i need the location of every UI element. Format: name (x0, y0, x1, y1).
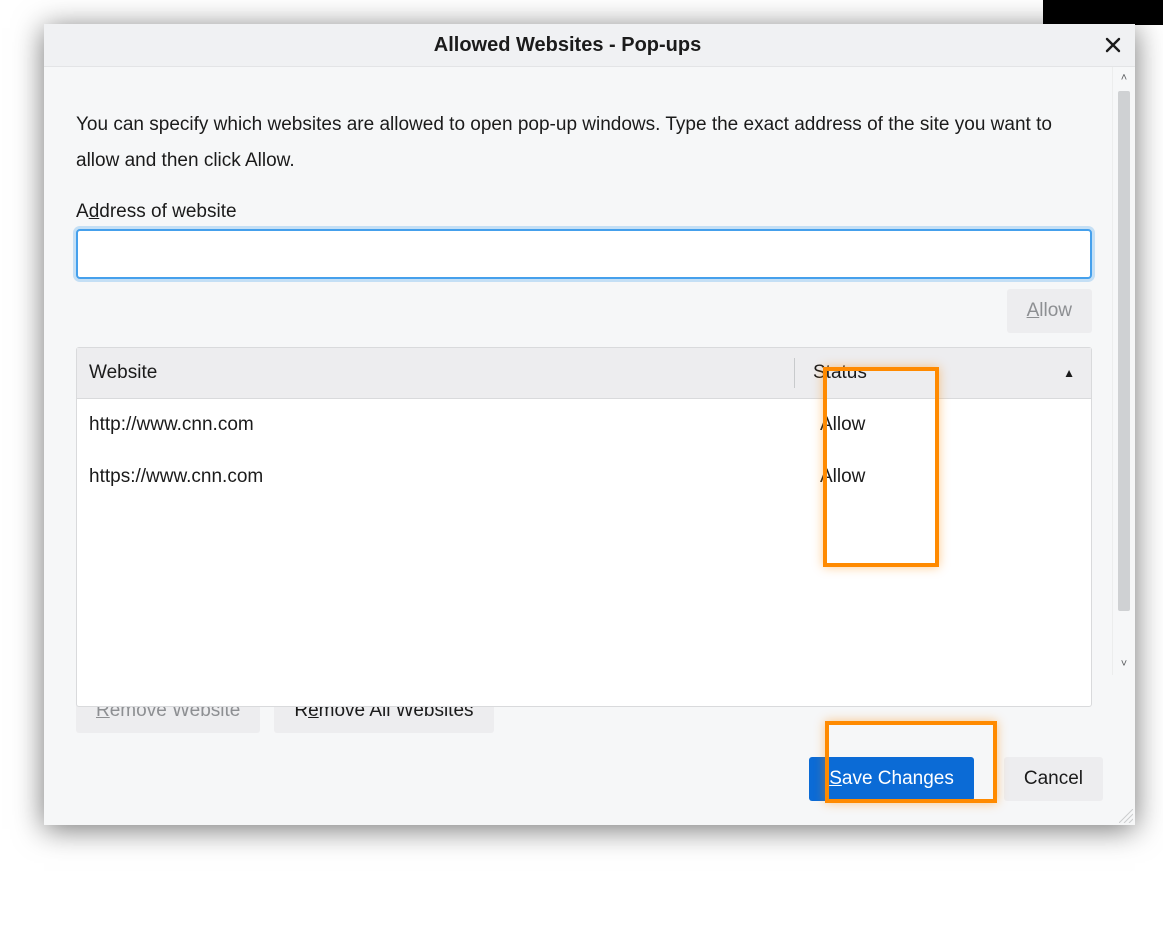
cell-status: Allow (794, 414, 1091, 436)
allow-button[interactable]: Allow (1007, 289, 1092, 333)
cell-website: https://www.cnn.com (77, 466, 794, 488)
dialog-description: You can specify which websites are allow… (76, 107, 1092, 179)
background-tab (1043, 0, 1163, 25)
table-row[interactable]: https://www.cnn.com Allow (77, 451, 1091, 503)
sort-asc-icon: ▲ (1063, 366, 1075, 380)
dialog-title: Allowed Websites - Pop-ups (44, 34, 1091, 57)
exceptions-table: Website Status ▲ http://www.cnn.com Allo… (76, 347, 1092, 707)
cancel-button[interactable]: Cancel (1004, 757, 1103, 801)
save-changes-button[interactable]: Save Changes (809, 757, 974, 801)
close-icon (1105, 37, 1121, 53)
scroll-thumb[interactable] (1118, 91, 1130, 611)
scroll-down-icon[interactable]: ˅ (1113, 653, 1135, 675)
popup-exceptions-dialog: Allowed Websites - Pop-ups You can speci… (44, 24, 1135, 825)
close-button[interactable] (1091, 24, 1135, 66)
resize-grip-icon[interactable] (1119, 809, 1133, 823)
cell-status: Allow (794, 466, 1091, 488)
address-input[interactable] (76, 229, 1092, 279)
table-row[interactable]: http://www.cnn.com Allow (77, 399, 1091, 451)
vertical-scrollbar[interactable]: ˄ ˅ (1112, 67, 1135, 675)
address-label: Address of website (76, 201, 1092, 223)
cell-website: http://www.cnn.com (77, 414, 794, 436)
table-header: Website Status ▲ (77, 348, 1091, 399)
scroll-up-icon[interactable]: ˄ (1113, 67, 1135, 89)
column-header-status[interactable]: Status ▲ (795, 362, 1091, 384)
column-header-website[interactable]: Website (77, 362, 794, 384)
titlebar: Allowed Websites - Pop-ups (44, 24, 1135, 67)
